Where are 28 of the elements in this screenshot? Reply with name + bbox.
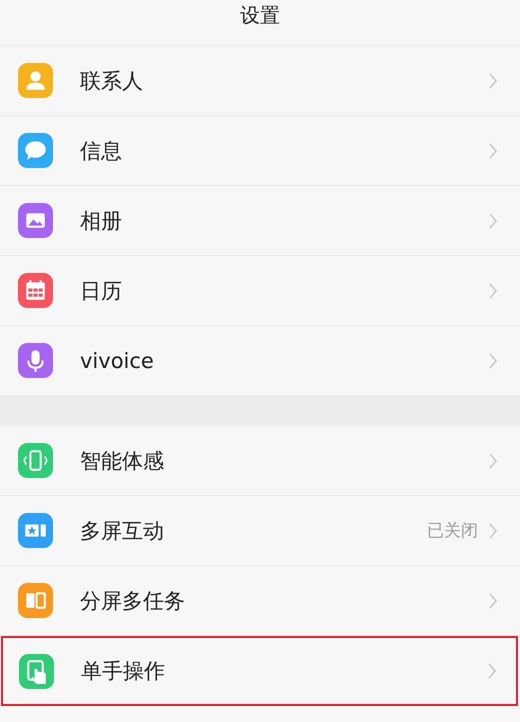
item-label: vivoice (80, 348, 155, 372)
chevron-icon (488, 522, 498, 540)
item-label: 智能体感 (80, 448, 165, 474)
item-status: 已关闭 (427, 520, 478, 542)
chevron-icon (488, 282, 498, 300)
item-label: 信息 (80, 138, 123, 164)
chevron-icon (488, 212, 498, 230)
chevron-icon (488, 142, 498, 160)
item-label: 日历 (80, 278, 123, 304)
settings-item[interactable]: 智能体感 (0, 426, 520, 496)
page-title: 设置 (240, 2, 280, 29)
item-label: 单手操作 (81, 658, 166, 685)
chevron-icon (488, 352, 498, 370)
settings-item[interactable]: 信息 (0, 116, 520, 186)
item-label: 多屏互动 (80, 518, 165, 544)
item-label: 分屏多任务 (80, 588, 186, 614)
item-label: 联系人 (80, 68, 144, 94)
chevron-icon (488, 452, 498, 470)
settings-item[interactable]: 联系人 (0, 46, 520, 116)
settings-item[interactable]: 相册 (0, 186, 520, 256)
item-label: 相册 (80, 208, 123, 234)
chevron-icon (488, 592, 498, 610)
chevron-icon (488, 72, 498, 90)
settings-item[interactable]: 多屏互动 已关闭 (0, 496, 520, 566)
settings-item[interactable]: 日历 (0, 256, 520, 326)
settings-item[interactable]: 单手操作 (1, 636, 518, 706)
chevron-icon (487, 662, 497, 680)
settings-item[interactable]: 分屏多任务 (0, 566, 520, 636)
